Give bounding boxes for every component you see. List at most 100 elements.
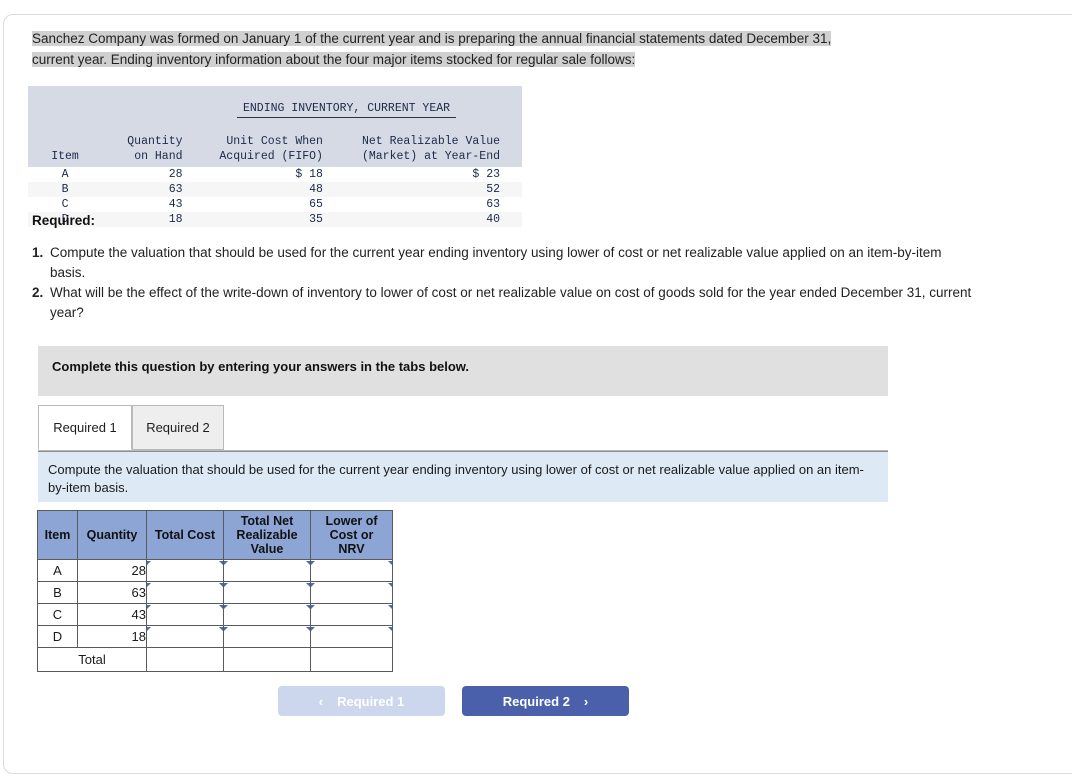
input-total-cost[interactable] bbox=[146, 625, 224, 648]
total-lcnrv bbox=[310, 647, 393, 672]
mono-cell-unitcost: 48 bbox=[309, 183, 323, 196]
requirement-text: What will be the effect of the write-dow… bbox=[50, 285, 972, 320]
mono-cell-nrv: 40 bbox=[486, 213, 500, 226]
previous-requirement-button[interactable]: ‹ Required 1 bbox=[278, 686, 445, 716]
header-total-nrv: Total Net Realizable Value bbox=[223, 510, 311, 560]
header-lcnrv-l3: NRV bbox=[338, 542, 365, 556]
input-total-cost[interactable] bbox=[146, 581, 224, 604]
mono-cell-quantity: 63 bbox=[168, 183, 183, 196]
input-total-nrv[interactable] bbox=[223, 625, 311, 648]
row-item-label: A bbox=[37, 559, 78, 582]
mono-cell-nrv: 52 bbox=[486, 183, 500, 196]
mono-header-nrv-l1: Net Realizable Value bbox=[361, 135, 500, 148]
input-total-cost[interactable] bbox=[146, 559, 224, 582]
required-heading: Required: bbox=[32, 213, 96, 228]
row-item-label: B bbox=[37, 581, 78, 604]
input-total-cost[interactable] bbox=[146, 603, 224, 626]
header-total-nrv-l3: Value bbox=[250, 542, 284, 556]
input-lcnrv[interactable] bbox=[310, 603, 393, 626]
row-quantity: 63 bbox=[77, 581, 147, 604]
row-quantity: 18 bbox=[77, 625, 147, 648]
intro-line-1: Sanchez Company was formed on January 1 … bbox=[32, 31, 832, 46]
total-label: Total bbox=[37, 647, 147, 672]
next-requirement-button[interactable]: Required 2 › bbox=[462, 686, 629, 716]
table-row: B 63 bbox=[37, 581, 393, 604]
input-total-nrv[interactable] bbox=[223, 559, 311, 582]
header-lcnrv-l1: Lower of bbox=[325, 514, 378, 528]
ending-inventory-table: ENDING INVENTORY, CURRENT YEAR Quantity … bbox=[28, 86, 522, 227]
mono-header-blank bbox=[28, 134, 102, 149]
tab-required-2-label: Required 2 bbox=[146, 420, 210, 435]
chevron-left-icon: ‹ bbox=[318, 693, 324, 709]
mono-header-quantity-l1: Quantity bbox=[127, 135, 183, 148]
table-row: C 43 65 63 bbox=[28, 197, 522, 212]
input-lcnrv[interactable] bbox=[310, 581, 393, 604]
mono-header-row-2: Item on Hand Acquired (FIFO) (Market) at… bbox=[28, 149, 522, 167]
input-total-nrv[interactable] bbox=[223, 603, 311, 626]
input-total-nrv[interactable] bbox=[223, 581, 311, 604]
row-item-label: C bbox=[37, 603, 78, 626]
question-intro: Sanchez Company was formed on January 1 … bbox=[32, 28, 977, 70]
next-requirement-label: Required 2 bbox=[502, 693, 570, 709]
previous-requirement-label: Required 1 bbox=[337, 693, 405, 709]
table-row: D 18 35 40 bbox=[28, 212, 522, 227]
requirement-number: 1. bbox=[32, 245, 44, 260]
header-total-nrv-l2: Realizable bbox=[236, 528, 298, 542]
total-total-cost bbox=[146, 647, 224, 672]
mono-header-nrv-l2: (Market) at Year-End bbox=[361, 150, 500, 163]
mono-cell-item: B bbox=[61, 183, 69, 196]
table-row: A 28 bbox=[37, 559, 393, 582]
tab-required-1-label: Required 1 bbox=[53, 420, 117, 435]
tab-required-1[interactable]: Required 1 bbox=[38, 405, 132, 450]
mono-cell-unitcost: 35 bbox=[309, 213, 323, 226]
mono-header-unitcost-l1: Unit Cost When bbox=[226, 135, 323, 148]
answer-table-header-row: Item Quantity Total Cost Total Net Reali… bbox=[37, 510, 393, 560]
header-lcnrv: Lower of Cost or NRV bbox=[310, 510, 393, 560]
row-quantity: 43 bbox=[77, 603, 147, 626]
mono-cell-quantity: 43 bbox=[168, 198, 183, 211]
tab-required-2[interactable]: Required 2 bbox=[132, 405, 224, 450]
header-quantity: Quantity bbox=[77, 510, 147, 560]
mono-spacer bbox=[28, 86, 102, 134]
mono-cell-quantity: 18 bbox=[168, 213, 183, 226]
header-item: Item bbox=[37, 510, 78, 560]
table-row: B 63 48 52 bbox=[28, 182, 522, 197]
mono-table-title: ENDING INVENTORY, CURRENT YEAR bbox=[237, 101, 457, 118]
mono-cell-quantity: 28 bbox=[168, 168, 183, 181]
mono-cell-item: A bbox=[61, 168, 69, 181]
table-total-row: Total bbox=[37, 647, 393, 672]
instruction-text: Compute the valuation that should be use… bbox=[48, 462, 864, 495]
chevron-right-icon: › bbox=[583, 693, 589, 709]
table-row: C 43 bbox=[37, 603, 393, 626]
table-row: D 18 bbox=[37, 625, 393, 648]
mono-table-title-cell: ENDING INVENTORY, CURRENT YEAR bbox=[102, 86, 522, 134]
list-item: 1. Compute the valuation that should be … bbox=[32, 243, 972, 282]
total-total-nrv bbox=[223, 647, 311, 672]
mono-header-quantity-l2: on Hand bbox=[134, 150, 183, 163]
requirement-instruction-box: Compute the valuation that should be use… bbox=[38, 451, 888, 502]
row-quantity: 28 bbox=[77, 559, 147, 582]
input-lcnrv[interactable] bbox=[310, 559, 393, 582]
answer-table: Item Quantity Total Cost Total Net Reali… bbox=[37, 510, 393, 672]
header-total-nrv-l1: Total Net bbox=[240, 514, 294, 528]
row-item-label: D bbox=[37, 625, 78, 648]
mono-header-row-1: Quantity Unit Cost When Net Realizable V… bbox=[28, 134, 522, 149]
table-row: A 28 $ 18 $ 23 bbox=[28, 167, 522, 182]
mono-cell-unitcost: 65 bbox=[309, 198, 323, 211]
requirement-number: 2. bbox=[32, 285, 44, 300]
mono-cell-item: C bbox=[61, 198, 69, 211]
requirement-text: Compute the valuation that should be use… bbox=[50, 245, 942, 280]
mono-cell-nrv: 63 bbox=[486, 198, 500, 211]
input-lcnrv[interactable] bbox=[310, 625, 393, 648]
banner-text: Complete this question by entering your … bbox=[52, 359, 470, 374]
header-total-cost: Total Cost bbox=[146, 510, 224, 560]
header-lcnrv-l2: Cost or bbox=[329, 528, 374, 542]
required-list: 1. Compute the valuation that should be … bbox=[32, 243, 972, 323]
requirement-tabs: Required 1 Required 2 bbox=[38, 405, 888, 451]
question-page: Sanchez Company was formed on January 1 … bbox=[0, 0, 1072, 755]
mono-table-title-row: ENDING INVENTORY, CURRENT YEAR bbox=[28, 86, 522, 134]
complete-question-banner: Complete this question by entering your … bbox=[38, 346, 888, 396]
mono-cell-nrv: $ 23 bbox=[472, 168, 500, 181]
mono-header-unitcost-l2: Acquired (FIFO) bbox=[219, 150, 323, 163]
answer-table-wrapper: Item Quantity Total Cost Total Net Reali… bbox=[37, 510, 393, 672]
